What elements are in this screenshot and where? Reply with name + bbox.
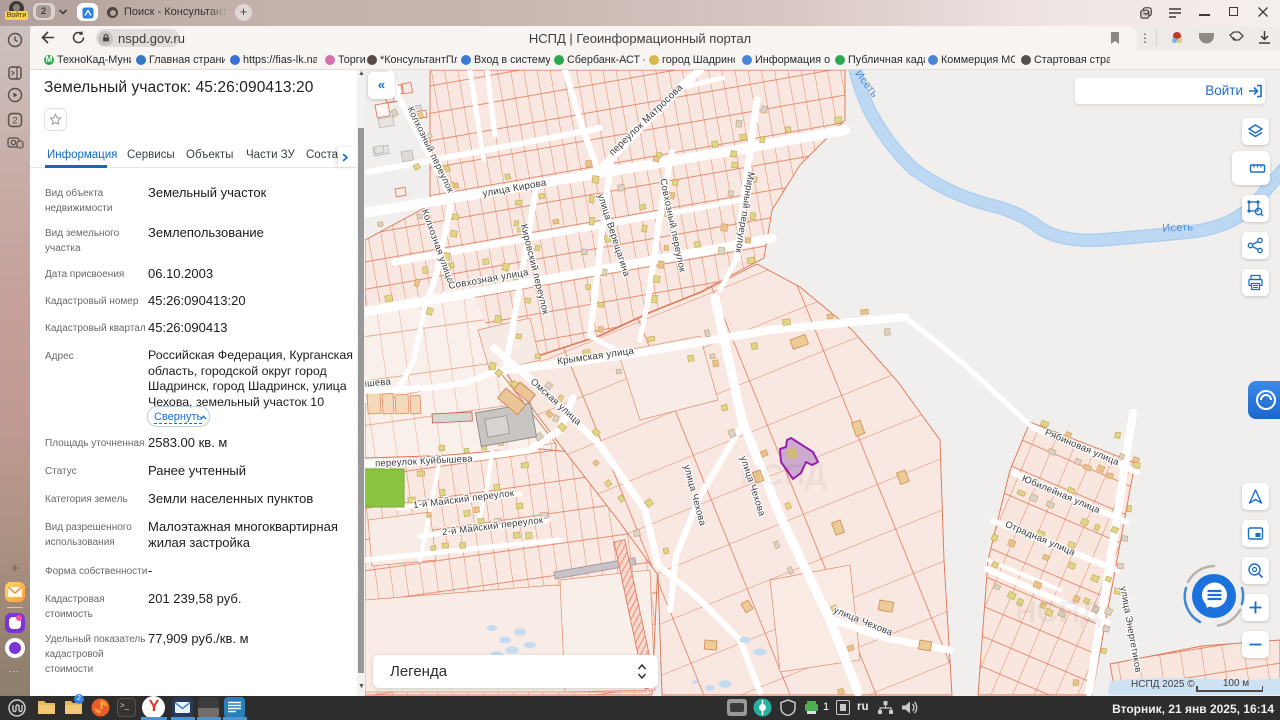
svg-text:Исеть: Исеть xyxy=(1162,221,1194,235)
svg-text:НСПД: НСПД xyxy=(1015,596,1101,629)
svg-text:2: 2 xyxy=(12,116,17,126)
